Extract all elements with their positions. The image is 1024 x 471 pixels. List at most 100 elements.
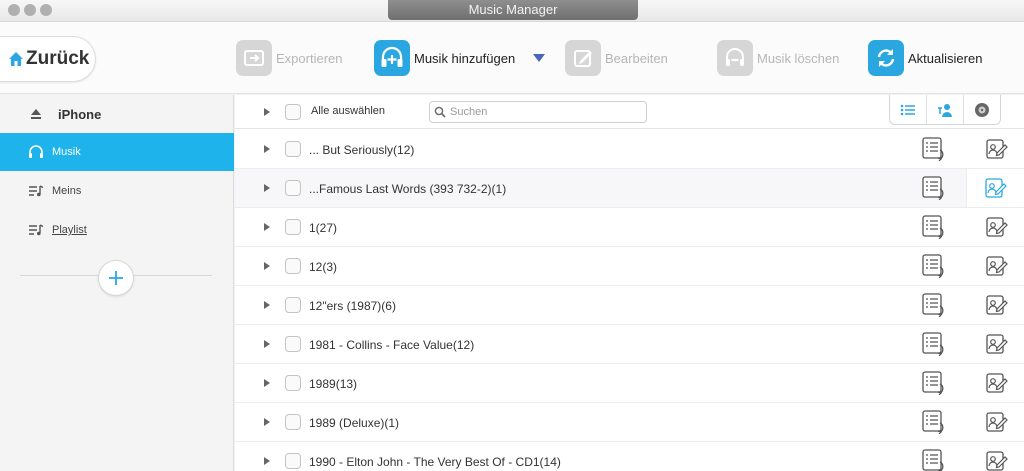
artist-view-button[interactable] bbox=[926, 95, 963, 124]
tracklist-icon[interactable] bbox=[921, 175, 949, 201]
add-music-icon bbox=[374, 40, 410, 76]
minimize-window-button[interactable] bbox=[24, 4, 36, 16]
delete-music-icon bbox=[717, 40, 753, 76]
edit-info-icon[interactable] bbox=[983, 136, 1011, 162]
album-name: 12(3) bbox=[309, 260, 338, 274]
search-icon bbox=[434, 106, 446, 118]
music-list-panel: Alle auswählen ... But Seriously(12) ...F… bbox=[235, 95, 1024, 471]
view-toggle bbox=[889, 95, 1001, 125]
back-button[interactable]: Zurück bbox=[0, 36, 96, 82]
edit-label: Bearbeiten bbox=[605, 50, 668, 66]
window-title: Music Manager bbox=[388, 0, 638, 20]
tracklist-icon[interactable] bbox=[921, 136, 949, 162]
row-checkbox[interactable] bbox=[285, 297, 301, 313]
tracklist-icon[interactable] bbox=[921, 253, 949, 279]
zoom-window-button[interactable] bbox=[40, 4, 52, 16]
sidebar-item-playlist[interactable]: Playlist bbox=[0, 211, 234, 249]
edit-info-icon[interactable] bbox=[983, 253, 1011, 279]
edit-info-icon[interactable] bbox=[983, 331, 1011, 357]
row-checkbox[interactable] bbox=[285, 414, 301, 430]
list-view-button[interactable] bbox=[890, 95, 926, 124]
export-icon bbox=[236, 40, 272, 76]
expand-all-icon[interactable] bbox=[264, 108, 270, 116]
sidebar-device-iphone[interactable]: iPhone bbox=[0, 95, 234, 133]
sidebar-item-label: Meins bbox=[52, 185, 82, 197]
add-music-label: Musik hinzufügen bbox=[414, 50, 516, 66]
search-input[interactable] bbox=[450, 106, 630, 118]
artist-view-icon bbox=[938, 103, 952, 117]
sidebar-item-musik[interactable]: Musik bbox=[0, 133, 234, 171]
back-label: Zurück bbox=[26, 48, 90, 69]
select-all-checkbox[interactable] bbox=[285, 104, 301, 120]
list-item[interactable]: 1(27) bbox=[235, 208, 1024, 247]
row-checkbox[interactable] bbox=[285, 180, 301, 196]
expand-arrow-icon[interactable] bbox=[264, 223, 270, 231]
list-item[interactable]: 1989(13) bbox=[235, 364, 1024, 403]
expand-arrow-icon[interactable] bbox=[264, 457, 270, 465]
row-checkbox[interactable] bbox=[285, 453, 301, 469]
expand-arrow-icon[interactable] bbox=[264, 262, 270, 270]
album-name: 12"ers (1987)(6) bbox=[309, 299, 396, 313]
expand-arrow-icon[interactable] bbox=[264, 184, 270, 192]
expand-arrow-icon[interactable] bbox=[264, 301, 270, 309]
toolbar: Zurück Exportieren Musik hinzufügen Bear… bbox=[0, 22, 1024, 94]
row-checkbox[interactable] bbox=[285, 219, 301, 235]
edit-button[interactable]: Bearbeiten bbox=[565, 38, 668, 78]
list-item[interactable]: 1989 (Deluxe)(1) bbox=[235, 403, 1024, 442]
album-view-button[interactable] bbox=[963, 95, 1000, 124]
playlist-icon bbox=[26, 184, 46, 198]
tracklist-icon[interactable] bbox=[921, 214, 949, 240]
list-item[interactable]: ... But Seriously(12) bbox=[235, 130, 1024, 169]
album-name: 1989 (Deluxe)(1) bbox=[309, 416, 400, 430]
sidebar-item-meins[interactable]: Meins bbox=[0, 172, 234, 210]
title-bar: Music Manager bbox=[0, 0, 1024, 22]
refresh-button[interactable]: Aktualisieren bbox=[868, 38, 982, 78]
edit-info-icon[interactable] bbox=[983, 292, 1011, 318]
playlist-icon bbox=[26, 223, 46, 237]
row-checkbox[interactable] bbox=[285, 141, 301, 157]
list-item[interactable]: 12"ers (1987)(6) bbox=[235, 286, 1024, 325]
sidebar-item-label: Playlist bbox=[52, 224, 87, 236]
refresh-icon bbox=[868, 40, 904, 76]
expand-arrow-icon[interactable] bbox=[264, 340, 270, 348]
add-music-button[interactable]: Musik hinzufügen bbox=[374, 38, 546, 78]
edit-info-icon[interactable] bbox=[983, 370, 1011, 396]
home-icon bbox=[9, 52, 23, 66]
row-checkbox[interactable] bbox=[285, 375, 301, 391]
tracklist-icon[interactable] bbox=[921, 292, 949, 318]
list-view-icon bbox=[900, 104, 915, 115]
export-button[interactable]: Exportieren bbox=[236, 38, 342, 78]
expand-arrow-icon[interactable] bbox=[264, 145, 270, 153]
tracklist-icon[interactable] bbox=[921, 448, 949, 471]
list-item[interactable]: 1981 - Collins - Face Value(12) bbox=[235, 325, 1024, 364]
add-playlist-button[interactable] bbox=[98, 260, 134, 296]
tracklist-icon[interactable] bbox=[921, 331, 949, 357]
eject-icon[interactable] bbox=[26, 108, 46, 120]
expand-arrow-icon[interactable] bbox=[264, 418, 270, 426]
tracklist-icon[interactable] bbox=[921, 409, 949, 435]
album-name: 1981 - Collins - Face Value(12) bbox=[309, 338, 475, 352]
album-name: ... But Seriously(12) bbox=[309, 143, 415, 157]
export-label: Exportieren bbox=[276, 50, 343, 66]
edit-info-icon[interactable] bbox=[983, 409, 1011, 435]
album-name: 1990 - Elton John - The Very Best Of - C… bbox=[309, 455, 561, 469]
search-box[interactable] bbox=[429, 101, 647, 123]
edit-info-icon[interactable] bbox=[966, 169, 1024, 207]
sidebar: iPhone Musik Meins Playlist bbox=[0, 95, 234, 471]
close-window-button[interactable] bbox=[8, 4, 20, 16]
tracklist-icon[interactable] bbox=[921, 370, 949, 396]
delete-music-button[interactable]: Musik löschen bbox=[717, 38, 839, 78]
list-item[interactable]: 1990 - Elton John - The Very Best Of - C… bbox=[235, 442, 1024, 471]
list-item[interactable]: ...Famous Last Words (393 732-2)(1) bbox=[235, 169, 1024, 208]
list-item[interactable]: 12(3) bbox=[235, 247, 1024, 286]
add-music-dropdown-icon[interactable] bbox=[533, 54, 546, 62]
edit-info-icon[interactable] bbox=[983, 214, 1011, 240]
edit-info-icon[interactable] bbox=[983, 448, 1011, 471]
expand-arrow-icon[interactable] bbox=[264, 379, 270, 387]
refresh-label: Aktualisieren bbox=[908, 50, 983, 66]
device-name: iPhone bbox=[58, 106, 102, 122]
row-checkbox[interactable] bbox=[285, 258, 301, 274]
select-all-label: Alle auswählen bbox=[311, 105, 385, 117]
headphones-icon bbox=[26, 144, 46, 160]
row-checkbox[interactable] bbox=[285, 336, 301, 352]
